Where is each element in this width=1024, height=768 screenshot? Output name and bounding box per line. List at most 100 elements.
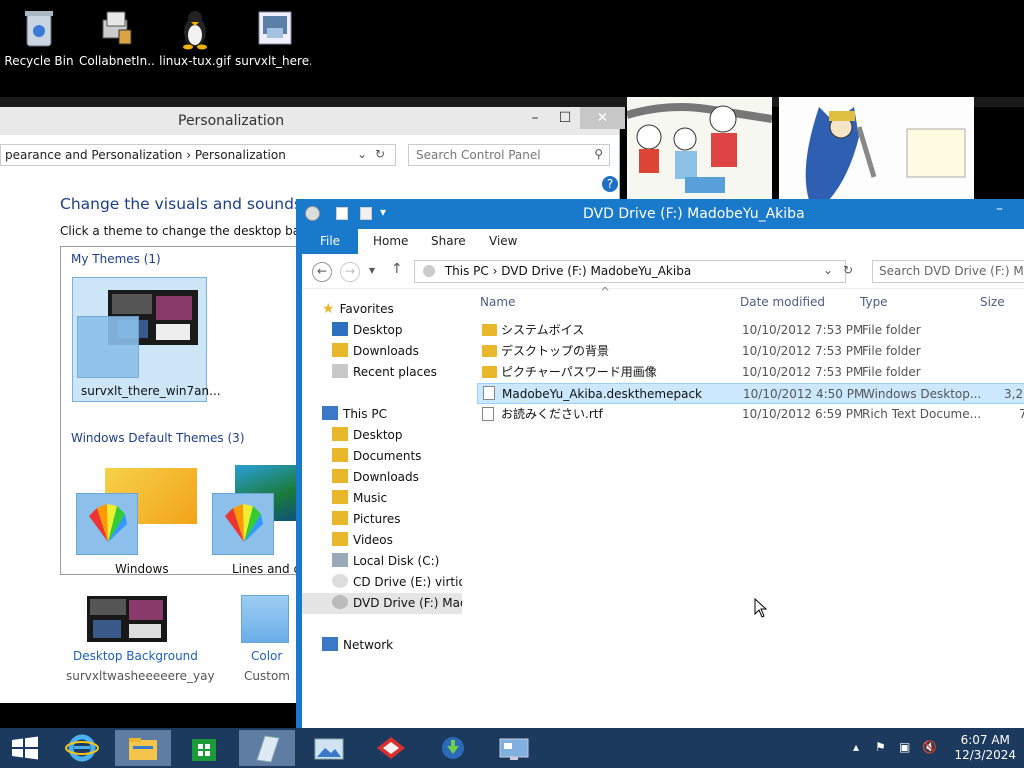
volume-muted-icon[interactable]: 🔇 <box>922 740 937 754</box>
nav-label: Pictures <box>353 512 401 526</box>
file-type: File folder <box>862 344 921 358</box>
personalization-titlebar[interactable]: Personalization – ☐ ✕ <box>0 107 625 135</box>
nav-item-pc-desktop[interactable]: Desktop <box>302 425 462 446</box>
address-bar[interactable]: pearance and Personalization › Personali… <box>0 144 396 166</box>
chevron-down-icon[interactable]: ▾ <box>380 205 386 219</box>
color-palette-icon <box>212 493 274 555</box>
taskbar-collabnet[interactable] <box>363 730 419 766</box>
window-title: Personalization <box>178 113 285 129</box>
file-name: ピクチャーパスワード用画像 <box>501 365 657 379</box>
taskbar-file-explorer[interactable] <box>115 730 171 766</box>
chevron-down-icon[interactable]: ⌄ <box>823 263 833 277</box>
up-button[interactable]: ↑ <box>391 261 403 277</box>
clock[interactable]: 6:07 AM 12/3/2024 <box>954 733 1016 763</box>
close-button[interactable]: ✕ <box>580 107 625 129</box>
file-row[interactable]: お読みください.rtf 10/10/2012 6:59 PM Rich Text… <box>477 404 1024 425</box>
desktop-icon-survxlt[interactable]: survxlt_here... <box>235 6 311 68</box>
properties-icon[interactable] <box>336 207 348 220</box>
show-hidden-icons-button[interactable]: ▴ <box>853 740 859 754</box>
folder-icon <box>482 366 497 378</box>
help-icon[interactable]: ? <box>602 176 618 192</box>
taskbar-control-panel[interactable] <box>486 730 542 766</box>
tab-file[interactable]: File <box>302 229 358 254</box>
desktop-icon-label: survxlt_here... <box>235 54 311 68</box>
column-type[interactable]: Type <box>860 295 888 309</box>
search-placeholder: Search Control Panel <box>416 148 541 162</box>
column-headers: Name ^ Date modified Type Size <box>480 285 1024 315</box>
tab-view[interactable]: View <box>489 229 517 254</box>
desktop-background-thumbnail[interactable] <box>87 596 167 642</box>
color-link[interactable]: Color <box>251 649 282 663</box>
taskbar-download-manager[interactable] <box>425 730 481 766</box>
desktop-icon-collabnet[interactable]: CollabnetIn... <box>79 6 155 68</box>
search-input[interactable]: Search DVD Drive (F:) Mado <box>872 260 1024 283</box>
nav-item-pictures[interactable]: Pictures <box>302 509 462 530</box>
nav-item-dvd-drive[interactable]: DVD Drive (F:) Mado <box>302 593 462 614</box>
file-row-selected[interactable]: MadobeYu_Akiba.deskthemepack 10/10/2012 … <box>477 383 1024 404</box>
network-icon <box>322 637 338 651</box>
dvd-drive-icon <box>305 206 320 221</box>
file-date: 10/10/2012 7:53 PM <box>742 323 864 337</box>
color-swatch[interactable] <box>241 595 289 643</box>
action-center-flag-icon[interactable]: ⚑ <box>875 740 886 754</box>
default-theme-windows[interactable]: Windows <box>75 465 199 576</box>
nav-item-cd-drive[interactable]: CD Drive (E:) virtio-v <box>302 572 462 593</box>
taskbar-image-viewer[interactable] <box>301 730 357 766</box>
taskbar: ▴ ⚑ ▣ 🔇 6:07 AM 12/3/2024 <box>0 728 1024 768</box>
recent-locations-icon[interactable]: ▾ <box>369 263 375 277</box>
file-row[interactable]: ピクチャーパスワード用画像 10/10/2012 7:53 PM File fo… <box>477 362 1024 383</box>
nav-item-local-disk[interactable]: Local Disk (C:) <box>302 551 462 572</box>
desktop-icon-linux-tux[interactable]: linux-tux.gif <box>157 6 233 68</box>
nav-item-documents[interactable]: Documents <box>302 446 462 467</box>
recent-places-icon <box>332 364 348 378</box>
back-button[interactable]: ← <box>312 262 332 282</box>
taskbar-notepad[interactable] <box>239 730 295 766</box>
nav-item-favorites[interactable]: ★ Favorites <box>302 299 462 320</box>
column-name[interactable]: Name <box>480 295 515 309</box>
nav-item-pc-downloads[interactable]: Downloads <box>302 467 462 488</box>
nav-item-videos[interactable]: Videos <box>302 530 462 551</box>
address-bar[interactable]: This PC › DVD Drive (F:) MadobeYu_Akiba … <box>414 260 853 283</box>
desktop-icon <box>332 322 348 336</box>
start-button[interactable] <box>0 730 50 766</box>
nav-item-network[interactable]: Network <box>302 635 462 656</box>
installer-icon <box>97 6 137 50</box>
maximize-button[interactable]: ☐ <box>550 107 580 129</box>
chevron-down-icon[interactable]: ⌄ <box>357 147 367 161</box>
explorer-titlebar[interactable]: ▾ DVD Drive (F:) MadobeYu_Akiba – <box>296 199 1024 229</box>
tab-share[interactable]: Share <box>431 229 466 254</box>
navigation-pane: ★ Favorites Desktop Downloads Recent plac… <box>302 289 462 729</box>
column-date-modified[interactable]: Date modified <box>740 295 825 309</box>
my-theme-item[interactable]: survxlt_there_win7an... <box>72 277 221 402</box>
desktop-icon-recycle-bin[interactable]: Recycle Bin <box>1 6 77 68</box>
window-title: DVD Drive (F:) MadobeYu_Akiba <box>583 206 805 222</box>
file-row[interactable]: システムボイス 10/10/2012 7:53 PM File folder <box>477 320 1024 341</box>
search-input[interactable]: Search Control Panel ⚲ <box>408 144 610 166</box>
nav-item-desktop[interactable]: Desktop <box>302 320 462 341</box>
page-subtext: Click a theme to change the desktop back… <box>60 224 334 238</box>
folder-icon <box>332 427 348 441</box>
nav-item-this-pc[interactable]: This PC <box>302 404 462 425</box>
refresh-icon[interactable]: ↻ <box>375 147 385 161</box>
nav-item-recent-places[interactable]: Recent places <box>302 362 462 383</box>
nav-item-music[interactable]: Music <box>302 488 462 509</box>
comic-image-left <box>627 97 772 200</box>
desktop-background-link[interactable]: Desktop Background <box>73 649 198 663</box>
file-name: デスクトップの背景 <box>501 344 610 358</box>
refresh-icon[interactable]: ↻ <box>843 263 853 277</box>
image-file-icon <box>253 6 293 50</box>
new-folder-icon[interactable] <box>360 207 372 220</box>
file-size: 7 <box>1019 407 1024 421</box>
tab-home[interactable]: Home <box>373 229 408 254</box>
column-size[interactable]: Size <box>980 295 1005 309</box>
nav-item-downloads[interactable]: Downloads <box>302 341 462 362</box>
minimize-button[interactable]: – <box>996 201 1003 217</box>
forward-button[interactable]: → <box>340 262 360 282</box>
search-icon: ⚲ <box>594 147 603 161</box>
minimize-button[interactable]: – <box>520 107 550 129</box>
cd-drive-icon <box>332 574 348 588</box>
taskbar-store[interactable] <box>176 730 232 766</box>
network-status-icon[interactable]: ▣ <box>899 740 910 754</box>
taskbar-internet-explorer[interactable] <box>54 730 110 766</box>
file-row[interactable]: デスクトップの背景 10/10/2012 7:53 PM File folder <box>477 341 1024 362</box>
